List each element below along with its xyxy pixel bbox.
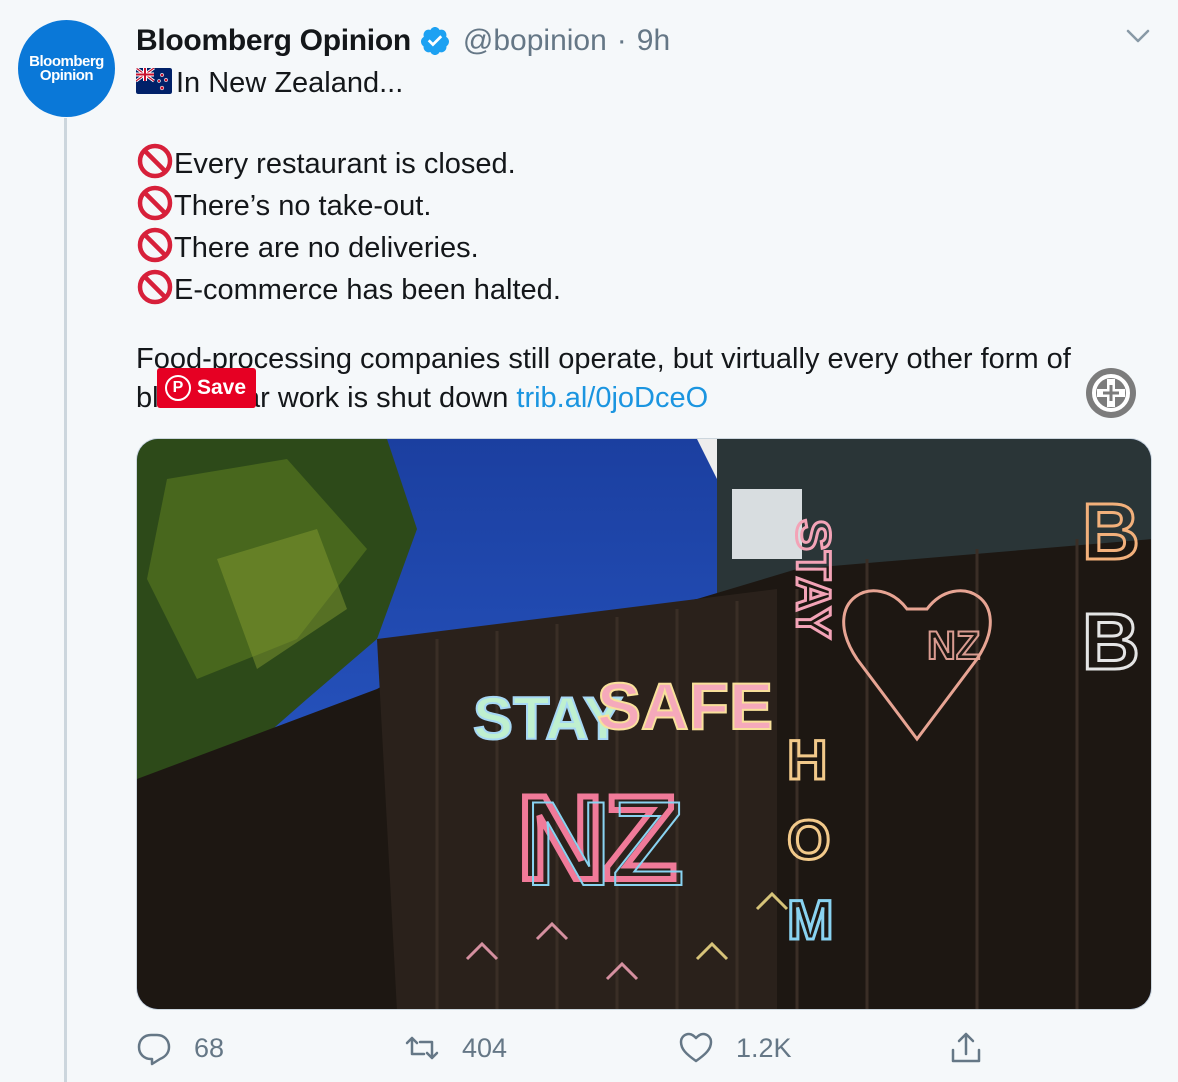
tweet-time[interactable]: 9h <box>637 24 670 58</box>
bullet-text: E-commerce has been halted. <box>174 274 561 306</box>
bullet-item: There’s no take-out. <box>136 184 1156 226</box>
like-count: 1.2K <box>736 1032 792 1063</box>
svg-text:STAY: STAY <box>786 519 839 639</box>
author-name[interactable]: Bloomberg Opinion <box>136 24 411 58</box>
expand-icon <box>1092 374 1130 412</box>
avatar[interactable]: Bloomberg Opinion <box>18 20 115 117</box>
tweet-actions: 68 404 1.2K <box>0 1030 1178 1076</box>
body-line-1: Food-processing companies still operate,… <box>136 343 1071 375</box>
reply-button[interactable]: 68 <box>136 1030 224 1066</box>
svg-text:H: H <box>787 728 827 791</box>
pinterest-save-button[interactable]: P Save <box>157 368 256 408</box>
svg-text:O: O <box>787 808 831 871</box>
bullet-item: There are no deliveries. <box>136 226 1156 268</box>
svg-text:M: M <box>787 888 834 951</box>
retweet-count: 404 <box>462 1032 508 1063</box>
share-button[interactable] <box>948 1030 1006 1066</box>
tweet-link[interactable]: trib.al/0joDceO <box>516 382 708 414</box>
svg-text:B: B <box>1082 487 1140 576</box>
thread-line <box>64 118 67 1082</box>
prohibited-icon <box>137 185 173 221</box>
share-icon <box>951 1032 981 1063</box>
reply-count: 68 <box>194 1032 225 1063</box>
pinterest-save-label: Save <box>197 376 247 399</box>
chalk-safe: SAFE <box>597 669 773 743</box>
tweet-intro-line: In New Zealand... <box>136 64 1156 103</box>
prohibited-icon <box>137 227 173 263</box>
retweet-button[interactable]: 404 <box>404 1030 507 1066</box>
chevron-down-icon[interactable] <box>1124 24 1152 48</box>
author-handle[interactable]: @bopinion <box>463 24 607 58</box>
bullet-text: Every restaurant is closed. <box>174 148 516 180</box>
bullet-item: Every restaurant is closed. <box>136 142 1156 184</box>
svg-text:NZ: NZ <box>927 624 980 668</box>
tweet-header: Bloomberg Opinion @bopinion · 9h <box>136 20 670 62</box>
prohibited-icon <box>137 269 173 305</box>
body-line-2: blue-collar work is shut down trib.al/0j… <box>136 379 1156 418</box>
pinterest-icon: P <box>165 375 191 401</box>
expand-button[interactable] <box>1086 368 1136 418</box>
reply-icon <box>137 1033 171 1066</box>
bullet-list: Every restaurant is closed. There’s no t… <box>136 142 1156 310</box>
like-button[interactable]: 1.2K <box>678 1030 792 1066</box>
avatar-line2: Opinion <box>39 66 94 84</box>
svg-text:NZ: NZ <box>525 777 685 911</box>
tweet-body: Food-processing companies still operate,… <box>136 340 1156 418</box>
tweet-intro: In New Zealand... <box>176 67 404 99</box>
new-zealand-flag-icon <box>136 68 172 94</box>
heart-icon <box>679 1032 713 1063</box>
bullet-item: E-commerce has been halted. <box>136 268 1156 310</box>
chalk-fence-photo: STAY SAFE NZ NZ STAY B B NZ H O M <box>137 439 1151 1009</box>
bullet-text: There are no deliveries. <box>174 232 479 264</box>
prohibited-icon <box>137 143 173 179</box>
bullet-text: There’s no take-out. <box>174 190 432 222</box>
tweet-image[interactable]: STAY SAFE NZ NZ STAY B B NZ H O M <box>136 438 1152 1010</box>
verified-badge-icon <box>420 27 449 55</box>
retweet-icon <box>405 1036 439 1060</box>
separator-dot: · <box>616 24 627 57</box>
svg-text:B: B <box>1082 597 1140 686</box>
